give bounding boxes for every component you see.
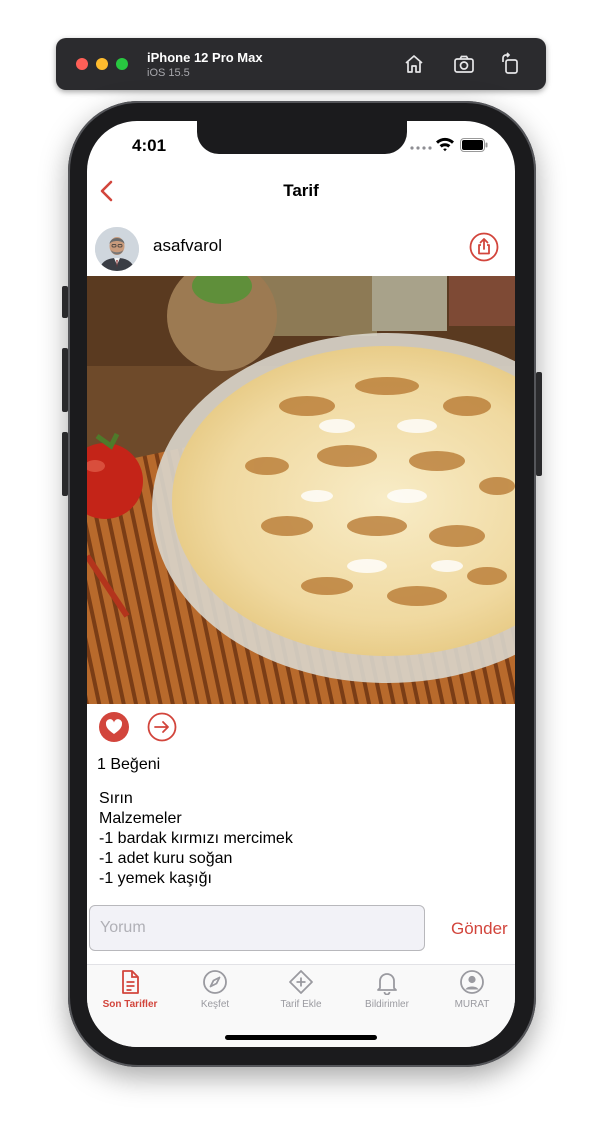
close-window-button[interactable] [76,58,88,70]
recipe-description: Sırın Malzemeler -1 bardak kırmızı merci… [99,789,499,893]
status-time: 4:01 [132,136,167,155]
recipe-photo [87,276,515,704]
volume-down-button [62,432,68,496]
tab-label: Bildirimler [365,999,409,1010]
profile-icon [460,970,484,994]
mute-switch [62,286,68,318]
description-line: -1 adet kuru soğan [99,850,233,867]
heart-icon[interactable] [99,712,129,742]
rotate-icon[interactable] [498,52,522,76]
page-title: Tarif [283,181,319,200]
tab-label: Son Tarifler [102,999,158,1010]
tab-profile[interactable]: MURAT [429,969,515,1017]
notch [197,121,407,154]
wifi-icon [436,137,454,152]
share-icon[interactable] [469,232,499,262]
description-line: Malzemeler [99,810,182,827]
power-button [536,372,542,476]
add-diamond-icon [289,970,313,994]
device-name: iPhone 12 Pro Max [147,50,263,65]
zoom-window-button[interactable] [116,58,128,70]
tab-kesfet[interactable]: Keşfet [172,969,258,1017]
description-line: Sırın [99,790,133,807]
battery-icon [460,138,488,152]
minimize-window-button[interactable] [96,58,108,70]
phone-screen: 4:01 Tarif asafvarol 1 Beğeni Sırın Malz… [87,121,515,1047]
volume-up-button [62,348,68,412]
tab-label: MURAT [454,999,490,1010]
arrow-right-circle-icon[interactable] [147,712,177,742]
description-line: -1 bardak kırmızı mercimek [99,830,293,847]
document-icon [122,970,139,994]
tab-label: Keşfet [200,999,230,1010]
username[interactable]: asafvarol [153,236,222,256]
send-button[interactable]: Gönder [451,919,508,939]
tab-label: Tarif Ekle [280,999,322,1010]
tab-son-tarifler[interactable]: Son Tarifler [87,969,173,1017]
avatar[interactable] [95,227,139,271]
tab-bildirimler[interactable]: Bildirimler [344,969,430,1017]
os-version: iOS 15.5 [147,67,190,79]
screenshot-icon[interactable] [452,52,476,76]
description-line: -1 yemek kaşığı [99,870,212,887]
cellular-signal-icon [410,146,432,150]
tab-tarif-ekle[interactable]: Tarif Ekle [258,969,344,1017]
likes-count: 1 Beğeni [97,756,161,773]
compass-icon [203,970,227,994]
comment-input[interactable] [89,905,425,951]
simulator-title-bar: iPhone 12 Pro Max iOS 15.5 [56,38,546,90]
home-indicator [225,1035,377,1040]
bell-icon [377,973,397,995]
home-icon[interactable] [402,52,426,76]
